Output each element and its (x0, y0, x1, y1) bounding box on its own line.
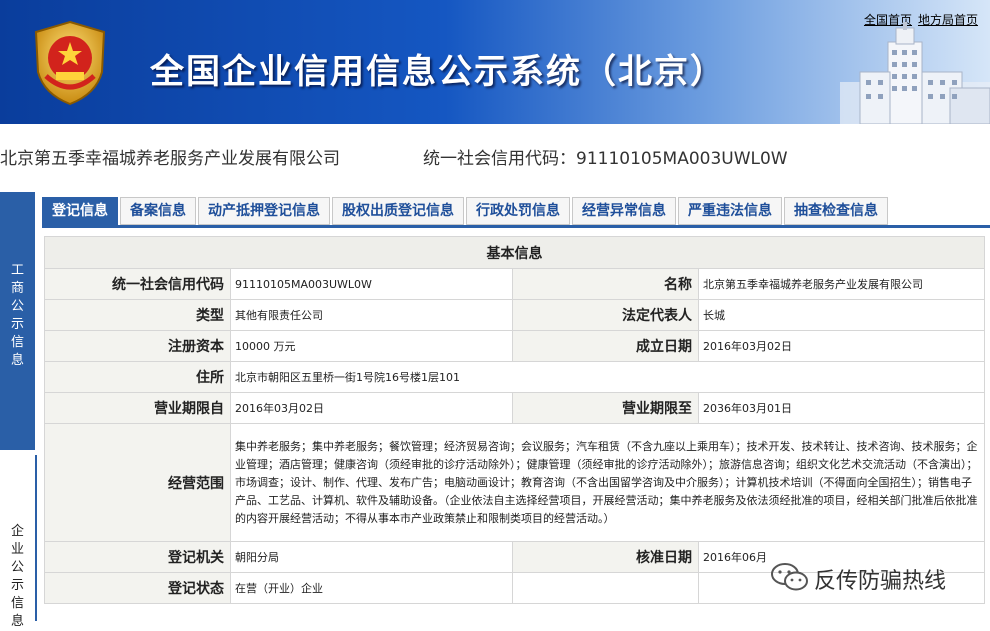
basic-info-panel: 基本信息 统一社会信用代码 91110105MA003UWL0W 名称 北京第五… (42, 236, 988, 604)
site-title: 全国企业信用信息公示系统（北京） (150, 52, 726, 92)
national-emblem-icon (34, 20, 106, 106)
table-row: 统一社会信用代码 91110105MA003UWL0W 名称 北京第五季幸福城养… (44, 268, 985, 300)
tab-abnormal-operation[interactable]: 经营异常信息 (572, 197, 676, 225)
credit-code-value: 91110105MA003UWL0W (230, 268, 513, 300)
basic-info-table: 基本信息 统一社会信用代码 91110105MA003UWL0W 名称 北京第五… (44, 236, 985, 604)
capital-label: 注册资本 (44, 330, 231, 362)
tab-serious-violation[interactable]: 严重违法信息 (678, 197, 782, 225)
legal-rep-label: 法定代表人 (512, 299, 699, 331)
type-value: 其他有限责任公司 (230, 299, 513, 331)
tab-spot-check[interactable]: 抽查检查信息 (784, 197, 888, 225)
type-label: 类型 (44, 299, 231, 331)
table-row: 注册资本 10000 万元 成立日期 2016年03月02日 (44, 330, 985, 362)
credit-code-label: 统一社会信用代码 (44, 268, 231, 300)
empty-cell (512, 572, 699, 604)
address-label: 住所 (44, 361, 231, 393)
term-to-label: 营业期限至 (512, 392, 699, 424)
status-value: 在营（开业）企业 (230, 572, 513, 604)
watermark: 反传防骗热线 (770, 555, 980, 599)
info-tabs: 登记信息 备案信息 动产抵押登记信息 股权出质登记信息 行政处罚信息 经营异常信息 严重违法… (42, 197, 890, 225)
table-row: 类型 其他有限责任公司 法定代表人 长城 (44, 299, 985, 331)
building-illustration-icon (840, 22, 990, 124)
credit-code-value: 91110105MA003UWL0W (576, 149, 788, 169)
name-value: 北京第五季幸福城养老服务产业发展有限公司 (698, 268, 985, 300)
term-from-label: 营业期限自 (44, 392, 231, 424)
basic-info-title: 基本信息 (44, 236, 985, 269)
tab-chattel-mortgage[interactable]: 动产抵押登记信息 (198, 197, 330, 225)
side-tab-qiye[interactable]: 企业公示信息 (0, 455, 37, 629)
side-tab-qiye-label: 企业公示信息 (10, 524, 24, 629)
company-credit-code: 统一社会信用代码：91110105MA003UWL0W (423, 144, 788, 169)
term-from-value: 2016年03月02日 (230, 392, 513, 424)
tab-underline (42, 225, 990, 228)
side-tab-gongshang[interactable]: 工商公示信息 (0, 192, 35, 450)
tab-registration[interactable]: 登记信息 (42, 197, 118, 225)
approval-label: 核准日期 (512, 541, 699, 573)
founded-label: 成立日期 (512, 330, 699, 362)
credit-code-label: 统一社会信用代码： (423, 149, 576, 169)
company-bar: 北京第五季幸福城养老服务产业发展有限公司 统一社会信用代码：91110105MA… (0, 124, 990, 182)
authority-label: 登记机关 (44, 541, 231, 573)
tab-filing[interactable]: 备案信息 (120, 197, 196, 225)
company-name: 北京第五季幸福城养老服务产业发展有限公司 (0, 149, 340, 169)
site-header: 全国企业信用信息公示系统（北京） 全国首页 地方局首页 (0, 0, 990, 124)
side-tab-gongshang-label: 工商公示信息 (10, 263, 24, 368)
wechat-icon (771, 563, 808, 591)
tab-equity-pledge[interactable]: 股权出质登记信息 (332, 197, 464, 225)
legal-rep-value: 长城 (698, 299, 985, 331)
scope-label: 经营范围 (44, 423, 231, 542)
name-label: 名称 (512, 268, 699, 300)
table-header-row: 基本信息 (44, 236, 985, 269)
status-label: 登记状态 (44, 572, 231, 604)
founded-value: 2016年03月02日 (698, 330, 985, 362)
table-row: 经营范围 集中养老服务；集中养老服务；餐饮管理；经济贸易咨询；会议服务；汽车租赁… (44, 423, 985, 542)
table-row: 住所 北京市朝阳区五里桥一街1号院16号楼1层101 (44, 361, 985, 393)
watermark-text: 反传防骗热线 (814, 569, 947, 594)
authority-value: 朝阳分局 (230, 541, 513, 573)
scope-value: 集中养老服务；集中养老服务；餐饮管理；经济贸易咨询；会议服务；汽车租赁（不含九座… (230, 423, 985, 542)
table-row: 营业期限自 2016年03月02日 营业期限至 2036年03月01日 (44, 392, 985, 424)
tab-administrative-penalty[interactable]: 行政处罚信息 (466, 197, 570, 225)
capital-value: 10000 万元 (230, 330, 513, 362)
term-to-value: 2036年03月01日 (698, 392, 985, 424)
address-value: 北京市朝阳区五里桥一街1号院16号楼1层101 (230, 361, 985, 393)
